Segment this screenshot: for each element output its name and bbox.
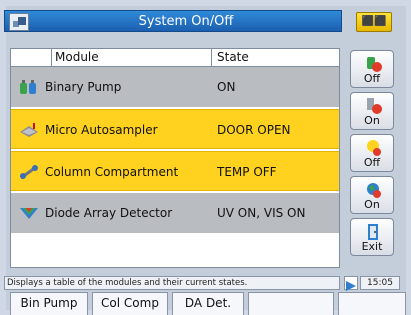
app-icon [9,13,29,31]
diode-array-detector-icon [19,205,39,221]
title-bar: System On/Off [4,10,342,32]
column-header-state: State [217,50,249,64]
window-title: System On/Off [138,14,234,29]
bottom-tabs: Bin Pump Col Comp DA Det. [0,292,411,315]
module-state: ON [217,80,236,94]
exit-icon [365,223,383,241]
module-name: Diode Array Detector [45,206,173,220]
tab-empty[interactable] [248,292,334,315]
table-header: Module State [11,49,339,67]
table-row[interactable]: Micro Autosampler DOOR OPEN [11,109,339,149]
button-label: Off [363,156,381,169]
pump-off-button[interactable]: Off [350,50,394,88]
button-label: Exit [361,240,383,253]
button-label: On [364,198,380,211]
globe-on-button[interactable]: On [350,176,394,214]
header-divider [51,49,52,66]
column-compartment-icon [19,164,39,180]
binary-pump-icon [19,79,39,95]
module-name: Micro Autosampler [45,123,158,137]
tab-col-comp[interactable]: Col Comp [92,292,168,315]
module-state: UV ON, VIS ON [217,206,306,220]
table-row[interactable]: Diode Array Detector UV ON, VIS ON [11,193,339,233]
tab-empty[interactable] [338,292,406,315]
button-label: On [364,114,380,127]
lamp-off-button[interactable]: Off [350,134,394,172]
pump-off-icon [365,55,383,73]
button-label: Off [363,72,381,85]
header-divider [211,49,212,66]
exit-button[interactable]: Exit [350,218,394,256]
clock: 15:05 [360,276,400,290]
module-name: Binary Pump [45,80,122,94]
module-on-button[interactable]: On [350,92,394,130]
autosampler-icon [19,122,39,138]
table-row[interactable]: Column Compartment TEMP OFF [11,151,339,191]
top-right-button[interactable]: ⬛⬛ [356,12,392,32]
column-header-module: Module [55,50,99,64]
globe-on-icon [365,181,383,199]
lamp-off-icon [365,139,383,157]
modules-table: Module State Binary Pump ON Micro Autosa… [10,48,340,268]
table-row[interactable]: Binary Pump ON [11,67,339,107]
tab-da-det[interactable]: DA Det. [172,292,244,315]
status-indicator-icon [344,276,358,291]
module-state: TEMP OFF [217,165,277,179]
module-state: DOOR OPEN [217,123,291,137]
module-name: Column Compartment [45,165,179,179]
module-on-icon [365,97,383,115]
status-message: Displays a table of the modules and thei… [4,276,340,290]
tab-bin-pump[interactable]: Bin Pump [10,292,88,315]
